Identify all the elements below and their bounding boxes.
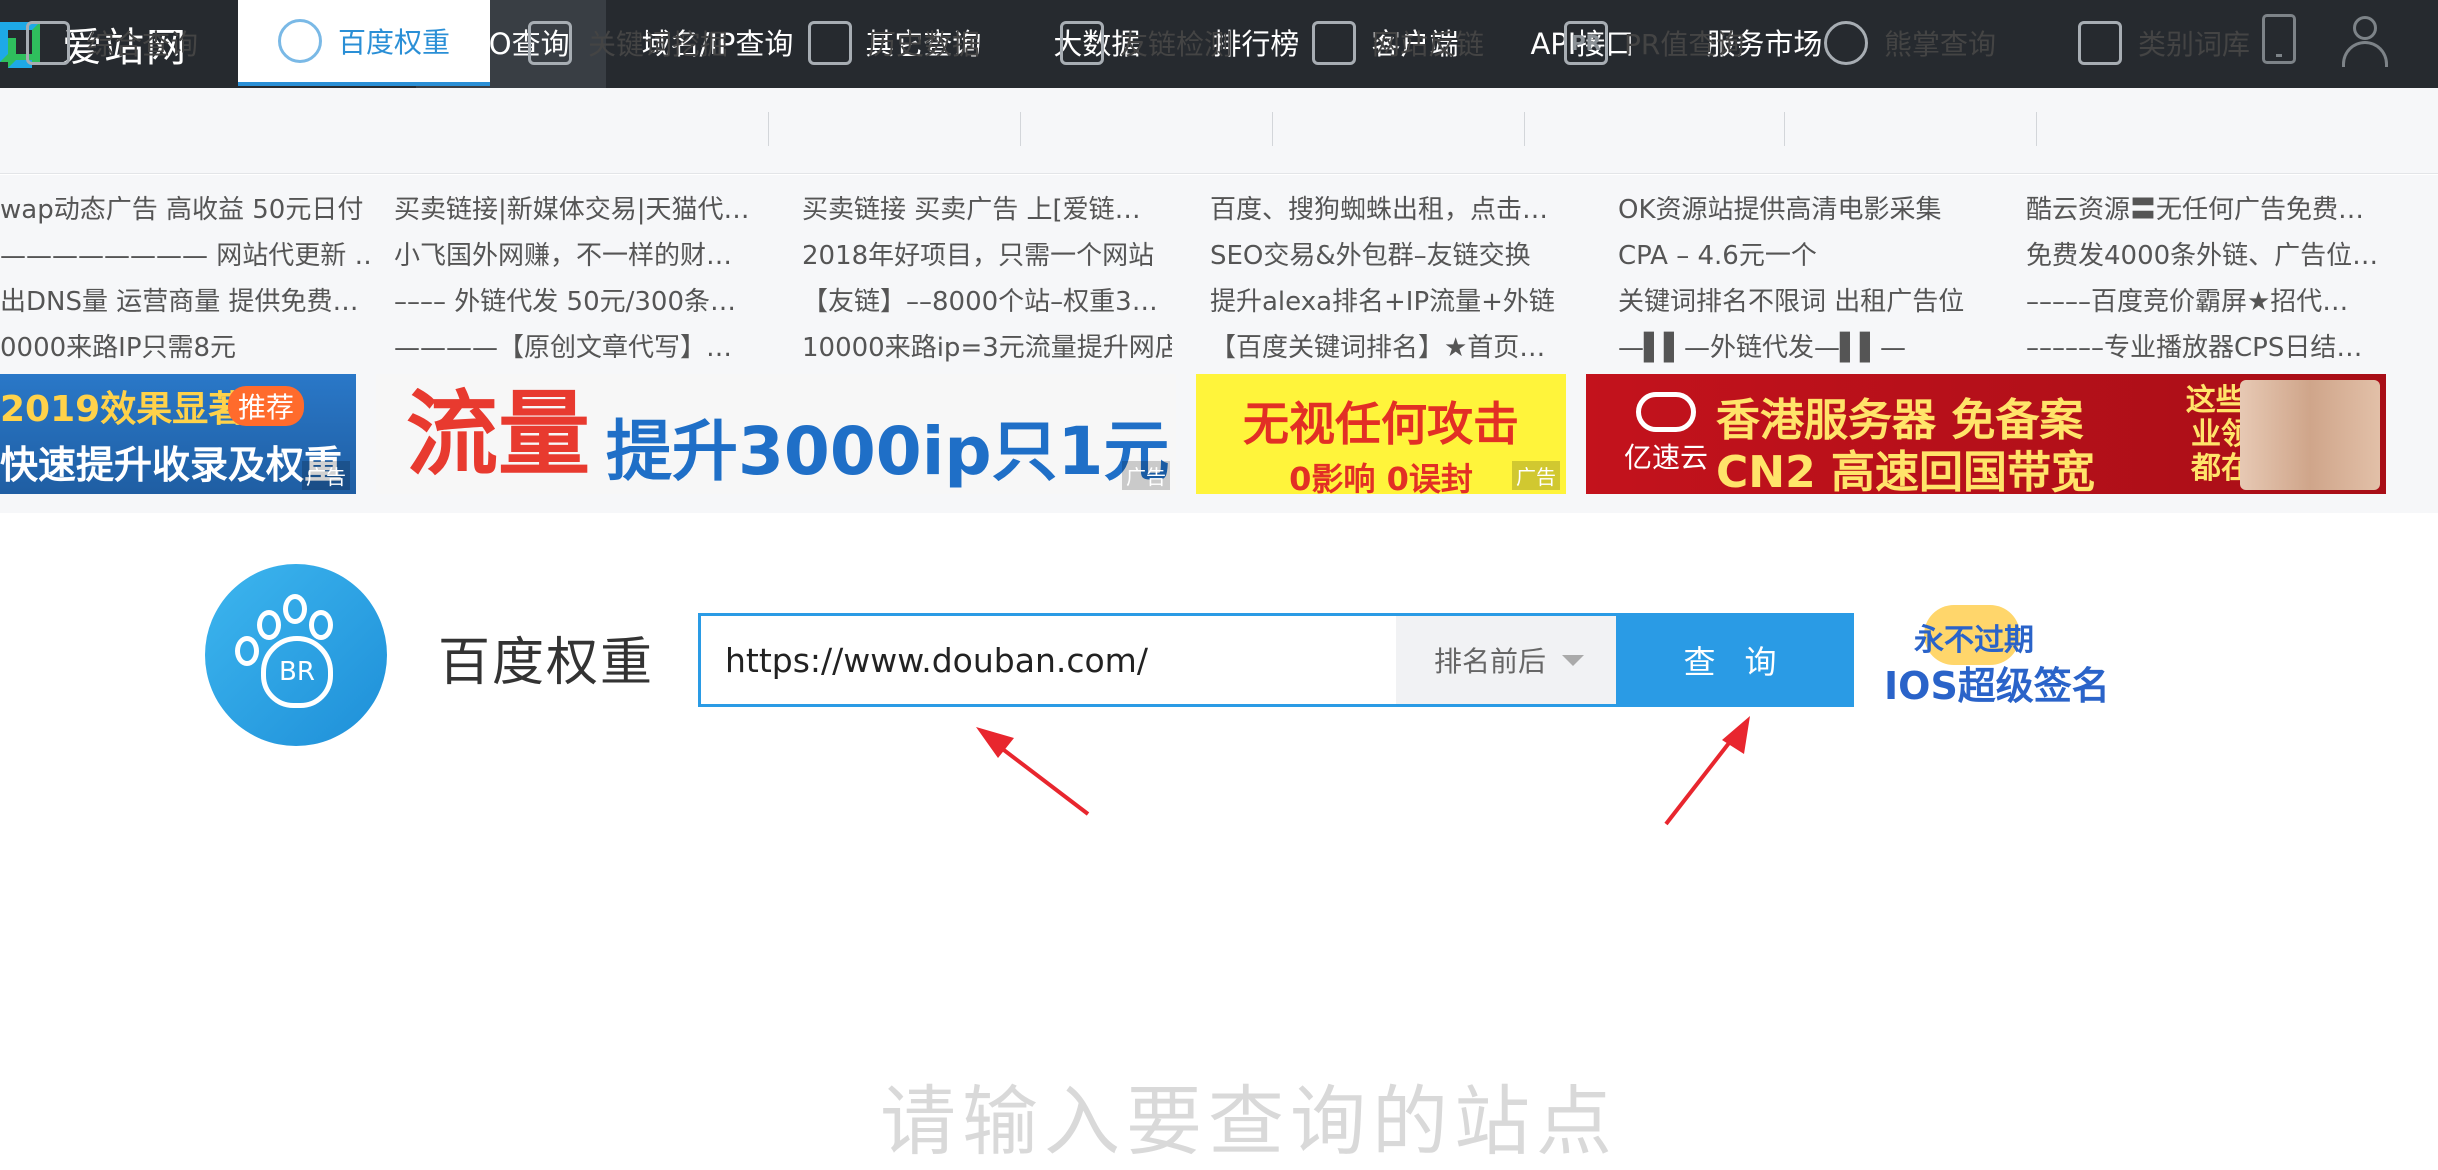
query-button[interactable]: 查 询 [1616,613,1854,707]
tab-friendlink-check[interactable]: 友链检测 [1060,0,1232,86]
banner-ad-yisu-cloud[interactable]: 亿速云 香港服务器 免备案 CN2 高速回国带宽 这些 行业领袖 都在用 [1586,374,2386,494]
ad-label: 广告 [1512,461,1560,490]
ad-label: 广告 [302,461,350,490]
user-icon[interactable] [2340,14,2390,67]
ad-link[interactable]: 10000来路ip=3元流量提升网店 [802,327,1172,364]
search-box [698,613,1396,707]
tab-separator [1020,112,1021,146]
tab-label: PR值查询 [1624,28,1745,61]
recommend-badge: 推荐 [228,386,305,426]
ad-link[interactable]: –––––百度竞价霸屏★招代… [2026,281,2396,318]
history-icon [808,21,852,65]
ad-link[interactable]: 酷云资源〓无任何广告免费… [2026,189,2396,226]
ad-link[interactable]: CPA – 4.6元一个 [1618,235,1988,272]
banner-text: 快速提升收录及权重 [0,443,343,487]
tab-pr-query[interactable]: PR PR值查询 [1564,0,1744,86]
ad-link[interactable]: SEO交易&外包群–友链交换 [1210,235,1580,272]
ios-signature-promo[interactable]: 永不过期 IOS超级签名 [1884,605,2114,708]
banner-ad-seo[interactable]: 2019效果显著 推荐 快速提升收录及权重 广告 [0,374,356,494]
chevron-down-icon [1562,654,1585,666]
ad-link[interactable]: 提升alexa排名+IP流量+外链 [1210,281,1580,318]
sort-select[interactable]: 排名前后 [1396,613,1616,707]
ad-link[interactable]: 【百度关键词排名】★首页… [1210,327,1580,364]
tab-separator [1784,112,1785,146]
ad-link[interactable]: 免费发4000条外链、广告位… [2026,235,2396,272]
baidu-weight-logo: BR [205,564,387,746]
tab-label: 关键词挖掘 [588,28,729,61]
ad-link[interactable]: 百度、搜狗蜘蛛出租，点击… [1210,189,1580,226]
ad-link[interactable]: wap动态广告 高收益 50元日付 [0,189,370,226]
baidu-paw-icon [278,19,322,63]
tab-bear-paw[interactable]: 熊掌查询 [1824,0,1996,86]
promo-text: IOS超级签名 [1884,664,2110,708]
ad-link[interactable]: 出DNS量 运营商量 提供免费… [0,281,370,318]
banner-ad-ddos[interactable]: 无视任何攻击 0影响 0误封 广告 [1196,374,1566,494]
sub-tab-bar [0,88,2438,174]
tab-backlinks[interactable]: 网站反链 [1312,0,1484,86]
ad-link[interactable]: 买卖链接 买卖广告 上[爱链… [802,189,1172,226]
tab-category-words[interactable]: 类别词库 [2078,0,2250,86]
yisu-cloud-logo: 亿速云 [1606,392,1726,476]
tab-baidu-weight[interactable]: 百度权重 [238,0,490,86]
banner-text: 0影响 0误封 [1289,460,1473,494]
ad-link[interactable]: ———————— 网站代更新 … [0,235,370,272]
link-icon [1060,21,1104,65]
ad-link[interactable]: 【友链】––8000个站–权重3… [802,281,1172,318]
paw-toe [283,594,307,624]
tab-label: 类别词库 [2138,28,2251,61]
paw-toe [257,610,281,640]
ad-link[interactable]: —▌▌—外链代发—▌▌— [1618,327,1988,364]
tab-separator [2036,112,2037,146]
site-url-input[interactable] [701,616,1396,704]
category-icon [2078,21,2122,65]
banner-text: 无视任何攻击 [1243,397,1519,451]
ad-link[interactable]: ————【原创文章代写】… [394,327,764,364]
ad-link[interactable]: 2018年好项目，只需一个网站 [802,235,1172,272]
tab-label: 熊掌查询 [1884,28,1997,61]
page-title: 百度权重 [438,633,655,693]
ad-label: 广告 [1122,461,1170,490]
banner-photo [2240,380,2380,490]
tab-label: 百度权重 [338,26,451,59]
tab-history[interactable]: 历史数据 [808,0,980,86]
banner-ad-traffic[interactable]: 流量 提升3000ip只1元 广告 [376,374,1176,494]
tab-comprehensive[interactable]: 综合查询 [26,0,198,86]
arrow-to-input-icon [976,727,1090,816]
banner-brand: 亿速云 [1623,441,1708,474]
tab-separator [1272,112,1273,146]
sort-select-label: 排名前后 [1434,645,1547,678]
tablet-icon[interactable] [2262,14,2296,64]
banner-text: 2019效果显著 [0,389,245,430]
cloud-icon [1636,392,1696,432]
ad-link[interactable]: 买卖链接|新媒体交易|天猫代… [394,189,764,226]
tab-separator [768,112,769,146]
tab-separator [1524,112,1525,146]
tab-label: 历史数据 [868,28,981,61]
banner-text: 提升3000ip只1元 [606,413,1170,490]
bear-paw-icon [1824,21,1868,65]
ad-link[interactable]: 小飞国外网赚，不一样的财… [394,235,764,272]
tab-keyword-mining[interactable]: 关键词挖掘 [528,0,728,86]
paw-pad: BR [261,636,333,708]
keyword-icon [528,21,572,65]
ad-link[interactable]: –––– 外链代发 50元/300条… [394,281,764,318]
search-hint: 请输入要查询的站点 [880,1077,1618,1166]
top-right-icons [2262,14,2390,67]
arrow-to-query-button-icon [1664,716,1750,826]
tab-label: 网站反链 [1372,28,1485,61]
tab-label: 综合查询 [86,28,199,61]
banner-text: 流量 [406,381,591,488]
ad-link[interactable]: 关键词排名不限词 出租广告位 [1618,281,1988,318]
backlink-icon [1312,21,1356,65]
paw-toe [235,636,259,666]
ad-link[interactable]: 0000来路IP只需8元 [0,327,370,364]
ad-link[interactable]: OK资源站提供高清电影采集 [1618,189,1988,226]
promo-text: 永不过期 [1914,623,2034,658]
chart-icon [26,21,70,65]
banner-text: CN2 高速回国带宽 [1716,447,2096,494]
ad-link[interactable]: ––––––专业播放器CPS日结… [2026,327,2396,364]
paw-toe [309,610,333,640]
tab-label: 友链检测 [1120,28,1233,61]
pr-icon: PR [1564,21,1608,65]
